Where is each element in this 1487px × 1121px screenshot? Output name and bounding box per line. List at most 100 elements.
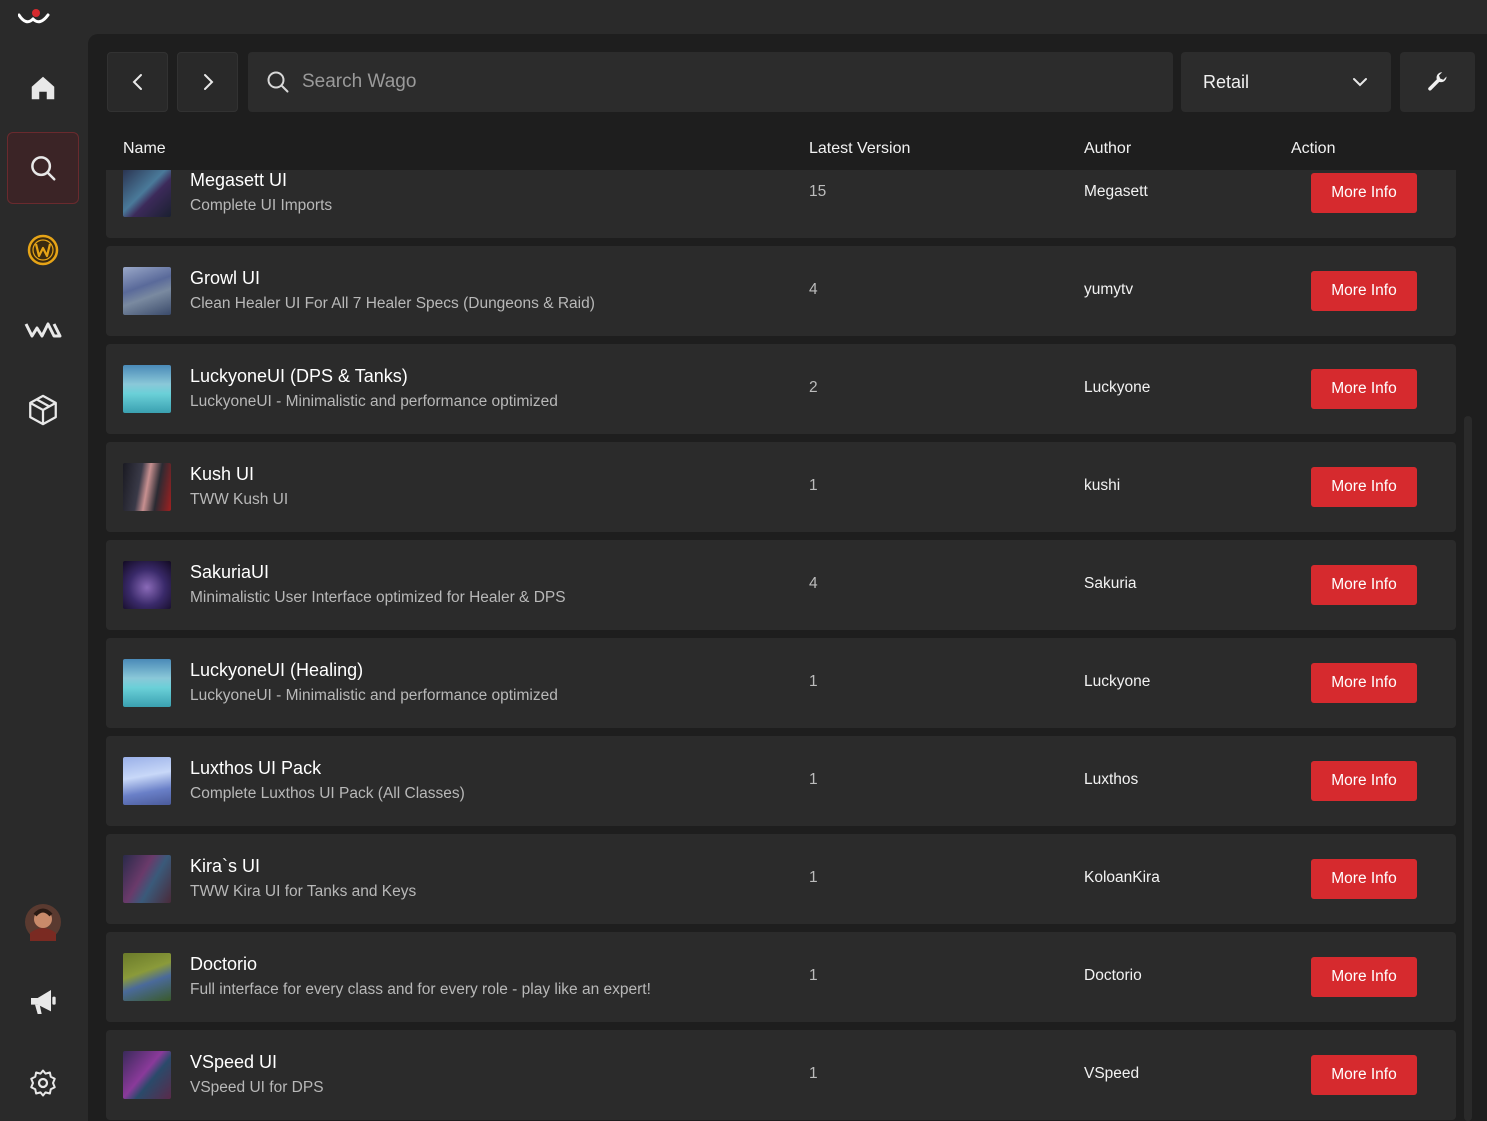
row-thumbnail (123, 365, 171, 413)
table-row[interactable]: Doctorio Full interface for every class … (106, 932, 1456, 1022)
gear-icon (30, 1069, 56, 1097)
row-author: kushi (1084, 477, 1121, 494)
table-row[interactable]: SakuriaUI Minimalistic User Interface op… (106, 540, 1456, 630)
row-version: 4 (809, 281, 818, 298)
nav-addons-button[interactable] (7, 374, 79, 446)
row-title: Growl UI (190, 268, 261, 288)
row-thumbnail (123, 463, 171, 511)
row-description: VSpeed UI for DPS (190, 1079, 324, 1096)
row-thumbnail (123, 267, 171, 315)
chevron-left-icon (132, 74, 142, 90)
more-info-button[interactable]: More Info (1311, 271, 1417, 311)
row-title: LuckyoneUI (DPS & Tanks) (190, 366, 408, 386)
forward-button[interactable] (177, 52, 238, 112)
row-description: TWW Kira UI for Tanks and Keys (190, 883, 417, 900)
more-info-button[interactable]: More Info (1311, 1055, 1417, 1095)
nav-search-button[interactable] (7, 132, 79, 204)
row-thumbnail (123, 855, 171, 903)
row-description: Complete UI Imports (190, 197, 333, 214)
row-author: VSpeed (1084, 1065, 1140, 1082)
row-title: VSpeed UI (190, 1052, 278, 1072)
more-info-button[interactable]: More Info (1311, 173, 1417, 213)
table-row[interactable]: Luxthos UI Pack Complete Luxthos UI Pack… (106, 736, 1456, 826)
row-title: Luxthos UI Pack (190, 758, 322, 778)
chevron-right-icon (203, 74, 213, 90)
more-info-button[interactable]: More Info (1311, 957, 1417, 997)
row-version: 1 (809, 967, 818, 984)
row-title: Megasett UI (190, 170, 288, 190)
nav-announcements-button[interactable] (7, 966, 79, 1038)
column-header-version[interactable]: Latest Version (809, 140, 910, 158)
row-title: LuckyoneUI (Healing) (190, 660, 364, 680)
row-author: yumytv (1084, 281, 1134, 298)
row-author: Luxthos (1084, 771, 1139, 788)
table-row[interactable]: Growl UI Clean Healer UI For All 7 Heale… (106, 246, 1456, 336)
home-icon (31, 76, 55, 100)
row-description: LuckyoneUI - Minimalistic and performanc… (190, 393, 558, 410)
row-thumbnail (123, 170, 171, 217)
more-info-button[interactable]: More Info (1311, 761, 1417, 801)
more-info-button[interactable]: More Info (1311, 859, 1417, 899)
tools-button[interactable] (1400, 52, 1475, 112)
row-title: Kush UI (190, 464, 255, 484)
weakauras-icon (24, 322, 62, 338)
row-title: Doctorio (190, 954, 258, 974)
table-header: Name Latest Version Author Action (88, 140, 1458, 168)
user-avatar[interactable] (7, 886, 79, 958)
nav-home-button[interactable] (7, 52, 79, 124)
table-row[interactable]: LuckyoneUI (Healing) LuckyoneUI - Minima… (106, 638, 1456, 728)
nav-weakauras-button[interactable] (7, 294, 79, 366)
table-row[interactable]: Megasett UI Complete UI Imports 15 Megas… (106, 170, 1456, 238)
row-version: 1 (809, 673, 818, 690)
more-info-button[interactable]: More Info (1311, 369, 1417, 409)
table-row[interactable]: VSpeed UI VSpeed UI for DPS 1 VSpeed Mor… (106, 1030, 1456, 1120)
row-title: Kira`s UI (190, 856, 261, 876)
app-window: Retail Name Latest Version Author Action… (0, 0, 1487, 1121)
more-info-button[interactable]: More Info (1311, 565, 1417, 605)
row-thumbnail (123, 561, 171, 609)
row-description: Full interface for every class and for e… (190, 981, 651, 998)
package-icon (29, 394, 57, 426)
column-header-action: Action (1291, 140, 1336, 157)
row-version: 1 (809, 1065, 818, 1082)
row-thumbnail (123, 953, 171, 1001)
row-author: KoloanKira (1084, 869, 1160, 886)
column-header-name[interactable]: Name (123, 140, 166, 158)
sidebar (0, 0, 88, 1121)
table-row[interactable]: Kira`s UI TWW Kira UI for Tanks and Keys… (106, 834, 1456, 924)
row-author: Luckyone (1084, 379, 1151, 396)
app-logo-icon (18, 9, 50, 24)
wrench-icon (1427, 72, 1447, 91)
row-author: Sakuria (1084, 575, 1137, 592)
row-title: SakuriaUI (190, 562, 270, 582)
game-version-select[interactable]: Retail (1181, 52, 1391, 112)
scrollbar[interactable] (1464, 416, 1472, 1121)
main-panel: Retail Name Latest Version Author Action… (88, 34, 1487, 1121)
row-version: 1 (809, 771, 818, 788)
row-version: 2 (809, 379, 818, 396)
row-description: TWW Kush UI (190, 491, 289, 508)
table-row[interactable]: LuckyoneUI (DPS & Tanks) LuckyoneUI - Mi… (106, 344, 1456, 434)
column-header-author[interactable]: Author (1084, 140, 1131, 158)
nav-wow-button[interactable] (7, 214, 79, 286)
row-version: 4 (809, 575, 818, 592)
more-info-button[interactable]: More Info (1311, 467, 1417, 507)
row-version: 1 (809, 477, 818, 494)
search-input[interactable] (300, 70, 1124, 94)
table-row[interactable]: Kush UI TWW Kush UI 1 kushi More Info (106, 442, 1456, 532)
megaphone-icon (31, 990, 56, 1014)
row-thumbnail (123, 659, 171, 707)
chevron-down-icon (1353, 78, 1367, 87)
search-icon (31, 156, 56, 181)
back-button[interactable] (107, 52, 168, 112)
search-bar[interactable] (248, 52, 1173, 112)
results-list: Megasett UI Complete UI Imports 15 Megas… (106, 170, 1456, 1121)
row-thumbnail (123, 1051, 171, 1099)
more-info-button[interactable]: More Info (1311, 663, 1417, 703)
nav-settings-button[interactable] (7, 1047, 79, 1119)
row-version: 1 (809, 869, 818, 886)
wow-icon (27, 234, 59, 266)
row-description: Minimalistic User Interface optimized fo… (190, 589, 566, 606)
row-description: Clean Healer UI For All 7 Healer Specs (… (190, 295, 595, 312)
avatar-icon (25, 904, 61, 941)
